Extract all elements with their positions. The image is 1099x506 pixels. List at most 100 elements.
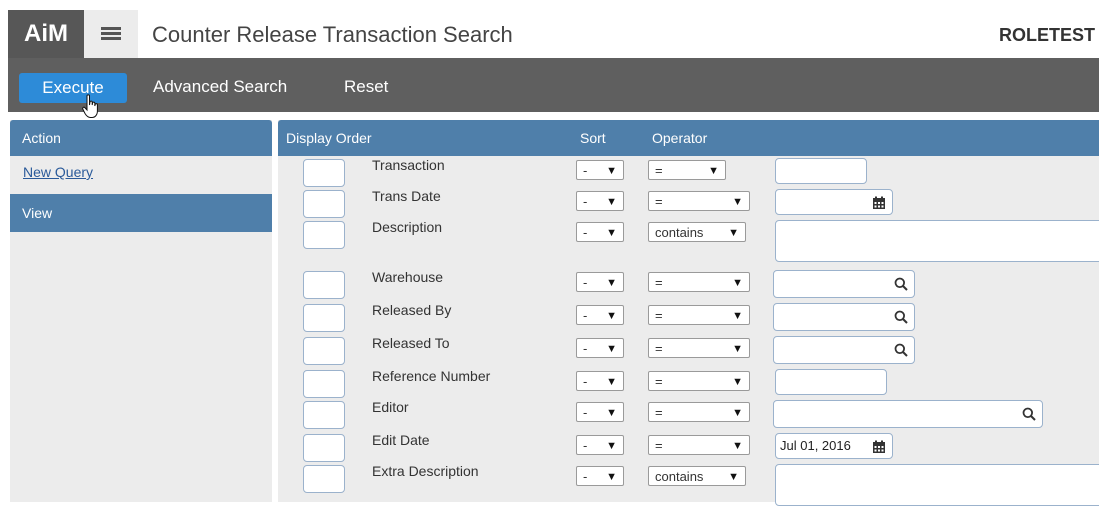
page-title: Counter Release Transaction Search: [152, 22, 513, 47]
sort-value: -: [583, 275, 588, 290]
action-header: Action: [10, 120, 272, 156]
hand-cursor-icon: [82, 94, 98, 118]
operator-select[interactable]: = ▼: [648, 402, 750, 422]
display-order-input[interactable]: [303, 304, 345, 332]
search-icon[interactable]: [894, 308, 908, 332]
value-input[interactable]: [773, 336, 915, 364]
dropdown-arrow-icon: ▼: [606, 376, 617, 388]
operator-select[interactable]: contains ▼: [648, 466, 746, 486]
menu-button[interactable]: [84, 10, 138, 58]
sort-value: -: [583, 374, 588, 389]
sort-select[interactable]: - ▼: [576, 402, 624, 422]
display-order-input[interactable]: [303, 465, 345, 493]
value-input[interactable]: [775, 158, 867, 184]
sort-select[interactable]: - ▼: [576, 191, 624, 211]
operator-select[interactable]: = ▼: [648, 305, 750, 325]
criteria-row: Extra Description - ▼ contains ▼: [278, 463, 1099, 506]
sort-select[interactable]: - ▼: [576, 371, 624, 391]
operator-value: =: [655, 163, 663, 178]
dropdown-arrow-icon: ▼: [732, 310, 743, 322]
dropdown-arrow-icon: ▼: [606, 196, 617, 208]
operator-select[interactable]: = ▼: [648, 191, 750, 211]
value-input[interactable]: [773, 303, 915, 331]
calendar-icon[interactable]: [872, 194, 886, 218]
col-operator: Operator: [652, 130, 708, 146]
operator-select[interactable]: = ▼: [648, 160, 726, 180]
sort-select[interactable]: - ▼: [576, 305, 624, 325]
dropdown-arrow-icon: ▼: [728, 471, 739, 483]
sort-value: -: [583, 341, 588, 356]
value-input[interactable]: [773, 270, 915, 298]
criteria-row: Reference Number - ▼ = ▼: [278, 368, 1099, 400]
field-label: Description: [372, 219, 443, 235]
execute-button[interactable]: Execute: [19, 73, 127, 103]
criteria-row: Edit Date - ▼ = ▼ Jul 01, 2016: [278, 432, 1099, 464]
reset-button[interactable]: Reset: [344, 73, 388, 101]
sort-value: -: [583, 438, 588, 453]
dropdown-arrow-icon: ▼: [606, 165, 617, 177]
sort-select[interactable]: - ▼: [576, 435, 624, 455]
operator-value: =: [655, 438, 663, 453]
operator-value: =: [655, 374, 663, 389]
calendar-icon[interactable]: [872, 438, 886, 462]
new-query-link[interactable]: New Query: [10, 156, 272, 194]
operator-select[interactable]: = ▼: [648, 371, 750, 391]
display-order-input[interactable]: [303, 434, 345, 462]
search-icon[interactable]: [894, 275, 908, 299]
value-input[interactable]: [775, 369, 887, 395]
value-input[interactable]: [775, 220, 1099, 262]
display-order-input[interactable]: [303, 221, 345, 249]
dropdown-arrow-icon: ▼: [732, 277, 743, 289]
col-display-order: Display Order: [286, 130, 372, 146]
field-label: Transaction: [372, 157, 445, 173]
display-order-input[interactable]: [303, 159, 345, 187]
sort-select[interactable]: - ▼: [576, 466, 624, 486]
search-icon[interactable]: [894, 341, 908, 365]
dropdown-arrow-icon: ▼: [606, 310, 617, 322]
operator-select[interactable]: = ▼: [648, 338, 750, 358]
display-order-input[interactable]: [303, 190, 345, 218]
view-header[interactable]: View: [10, 194, 272, 232]
dropdown-arrow-icon: ▼: [732, 407, 743, 419]
display-order-input[interactable]: [303, 337, 345, 365]
sort-select[interactable]: - ▼: [576, 222, 624, 242]
criteria-row: Description - ▼ contains ▼: [278, 219, 1099, 262]
sort-value: -: [583, 469, 588, 484]
value-input[interactable]: [775, 189, 893, 215]
sort-value: -: [583, 308, 588, 323]
sort-value: -: [583, 405, 588, 420]
dropdown-arrow-icon: ▼: [606, 343, 617, 355]
app-logo[interactable]: AiM: [8, 10, 84, 58]
sort-select[interactable]: - ▼: [576, 160, 624, 180]
operator-value: =: [655, 405, 663, 420]
advanced-search-button[interactable]: Advanced Search: [153, 73, 287, 101]
display-order-input[interactable]: [303, 401, 345, 429]
value-input[interactable]: [775, 464, 1099, 506]
operator-value: contains: [655, 469, 704, 484]
operator-value: =: [655, 341, 663, 356]
operator-select[interactable]: contains ▼: [648, 222, 746, 242]
field-label: Released By: [372, 302, 452, 318]
sort-select[interactable]: - ▼: [576, 338, 624, 358]
dropdown-arrow-icon: ▼: [708, 165, 719, 177]
top-bar: AiM Counter Release Transaction Search R…: [0, 0, 1099, 58]
display-order-input[interactable]: [303, 271, 345, 299]
dropdown-arrow-icon: ▼: [732, 376, 743, 388]
operator-select[interactable]: = ▼: [648, 435, 750, 455]
value-input[interactable]: [773, 400, 1043, 428]
dropdown-arrow-icon: ▼: [732, 343, 743, 355]
operator-value: =: [655, 194, 663, 209]
operator-value: =: [655, 275, 663, 290]
user-name[interactable]: ROLETEST: [999, 25, 1095, 46]
dropdown-arrow-icon: ▼: [728, 227, 739, 239]
sort-value: -: [583, 163, 588, 178]
sort-select[interactable]: - ▼: [576, 272, 624, 292]
operator-select[interactable]: = ▼: [648, 272, 750, 292]
dropdown-arrow-icon: ▼: [732, 196, 743, 208]
value-input[interactable]: Jul 01, 2016: [775, 433, 893, 459]
criteria-row: Editor - ▼ = ▼: [278, 399, 1099, 431]
display-order-input[interactable]: [303, 370, 345, 398]
grid-header: Display Order Sort Operator: [278, 120, 1099, 156]
dropdown-arrow-icon: ▼: [606, 227, 617, 239]
search-icon[interactable]: [1022, 405, 1036, 429]
